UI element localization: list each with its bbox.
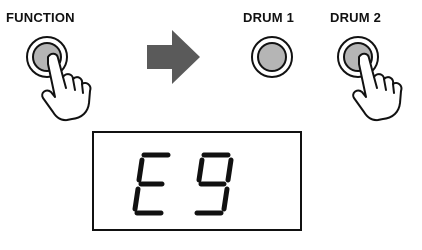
led-display: E9 (92, 131, 302, 231)
right-arrow-icon (147, 30, 200, 84)
drum1-button[interactable] (251, 36, 293, 78)
led-display-readout: E9 (132, 152, 234, 216)
led-char-e (132, 152, 171, 216)
led-char-9 (194, 152, 234, 216)
diagram-stage: FUNCTION DRUM 1 DRUM 2 (0, 0, 422, 250)
